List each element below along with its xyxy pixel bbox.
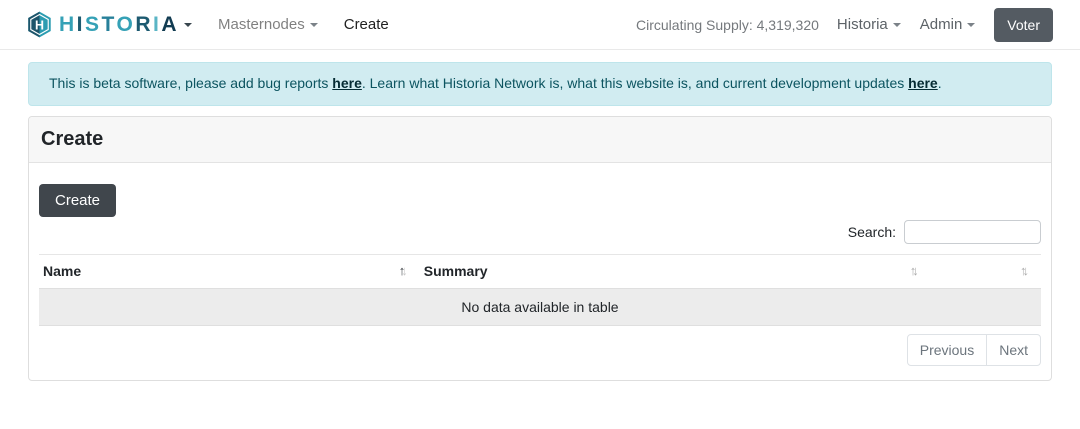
empty-table-message: No data available in table [39,288,1041,325]
create-card: Create Create Search: Name ↑↓ [28,116,1052,381]
nav-item-create[interactable]: Create [344,16,389,33]
admin-dropdown-caret-icon [967,23,975,27]
column-header-name[interactable]: Name ↑↓ [39,254,420,288]
pagination-next-button[interactable]: Next [986,334,1041,366]
banner-text-segment: . [938,75,942,91]
masternodes-dropdown-caret-icon [310,23,318,27]
brand-wordmark: HISTORIA [59,14,179,35]
voter-button[interactable]: Voter [994,8,1053,42]
circulating-supply-text: Circulating Supply: 4,319,320 [636,17,819,33]
brand-link[interactable]: H HISTORIA [27,11,192,38]
sort-icon: ↑↓ [910,263,925,278]
sort-icon: ↑↓ [399,263,414,278]
beta-alert-banner: This is beta software, please add bug re… [28,62,1052,106]
column-header-name-label: Name [43,263,81,279]
nav-item-masternodes-label: Masternodes [218,16,305,33]
historia-dropdown-label: Historia [837,16,888,33]
banner-text-segment: This is beta software, please add bug re… [49,75,332,91]
nav-item-masternodes[interactable]: Masternodes [218,16,318,33]
development-updates-here-link[interactable]: here [908,75,938,91]
navbar-right-group: Circulating Supply: 4,319,320 Historia A… [636,8,1053,42]
bug-reports-here-link[interactable]: here [332,75,362,91]
create-button[interactable]: Create [39,184,116,217]
brand-dropdown-caret-icon [184,23,192,27]
search-input[interactable] [904,220,1041,244]
search-label: Search: [848,224,896,240]
pagination-previous-button[interactable]: Previous [907,334,987,366]
page-title: Create [41,128,1039,151]
column-header-summary-label: Summary [424,263,488,279]
column-header-summary[interactable]: Summary ↑↓ [420,254,931,288]
banner-text-segment: . Learn what Historia Network is, what t… [362,75,908,91]
table-search-row: Search: [39,220,1041,244]
records-table: Name ↑↓ Summary ↑↓ [39,254,1041,326]
table-pagination: Previous Next [39,334,1041,366]
admin-dropdown-label: Admin [920,16,963,33]
svg-text:H: H [35,18,44,32]
column-header-extra[interactable]: ↑↓ [931,254,1041,288]
historia-hexagon-logo-icon: H [27,11,52,38]
nav-item-create-label: Create [344,16,389,33]
table-empty-row: No data available in table [39,288,1041,325]
card-header: Create [29,117,1051,163]
historia-dropdown-caret-icon [893,23,901,27]
top-navbar: H HISTORIA Masternodes Create Circulatin… [0,0,1080,50]
admin-dropdown[interactable]: Admin [920,16,976,33]
historia-dropdown[interactable]: Historia [837,16,901,33]
table-header-row: Name ↑↓ Summary ↑↓ [39,254,1041,288]
sort-icon: ↑↓ [1020,263,1035,278]
card-body: Create Search: Name ↑↓ [29,163,1051,380]
